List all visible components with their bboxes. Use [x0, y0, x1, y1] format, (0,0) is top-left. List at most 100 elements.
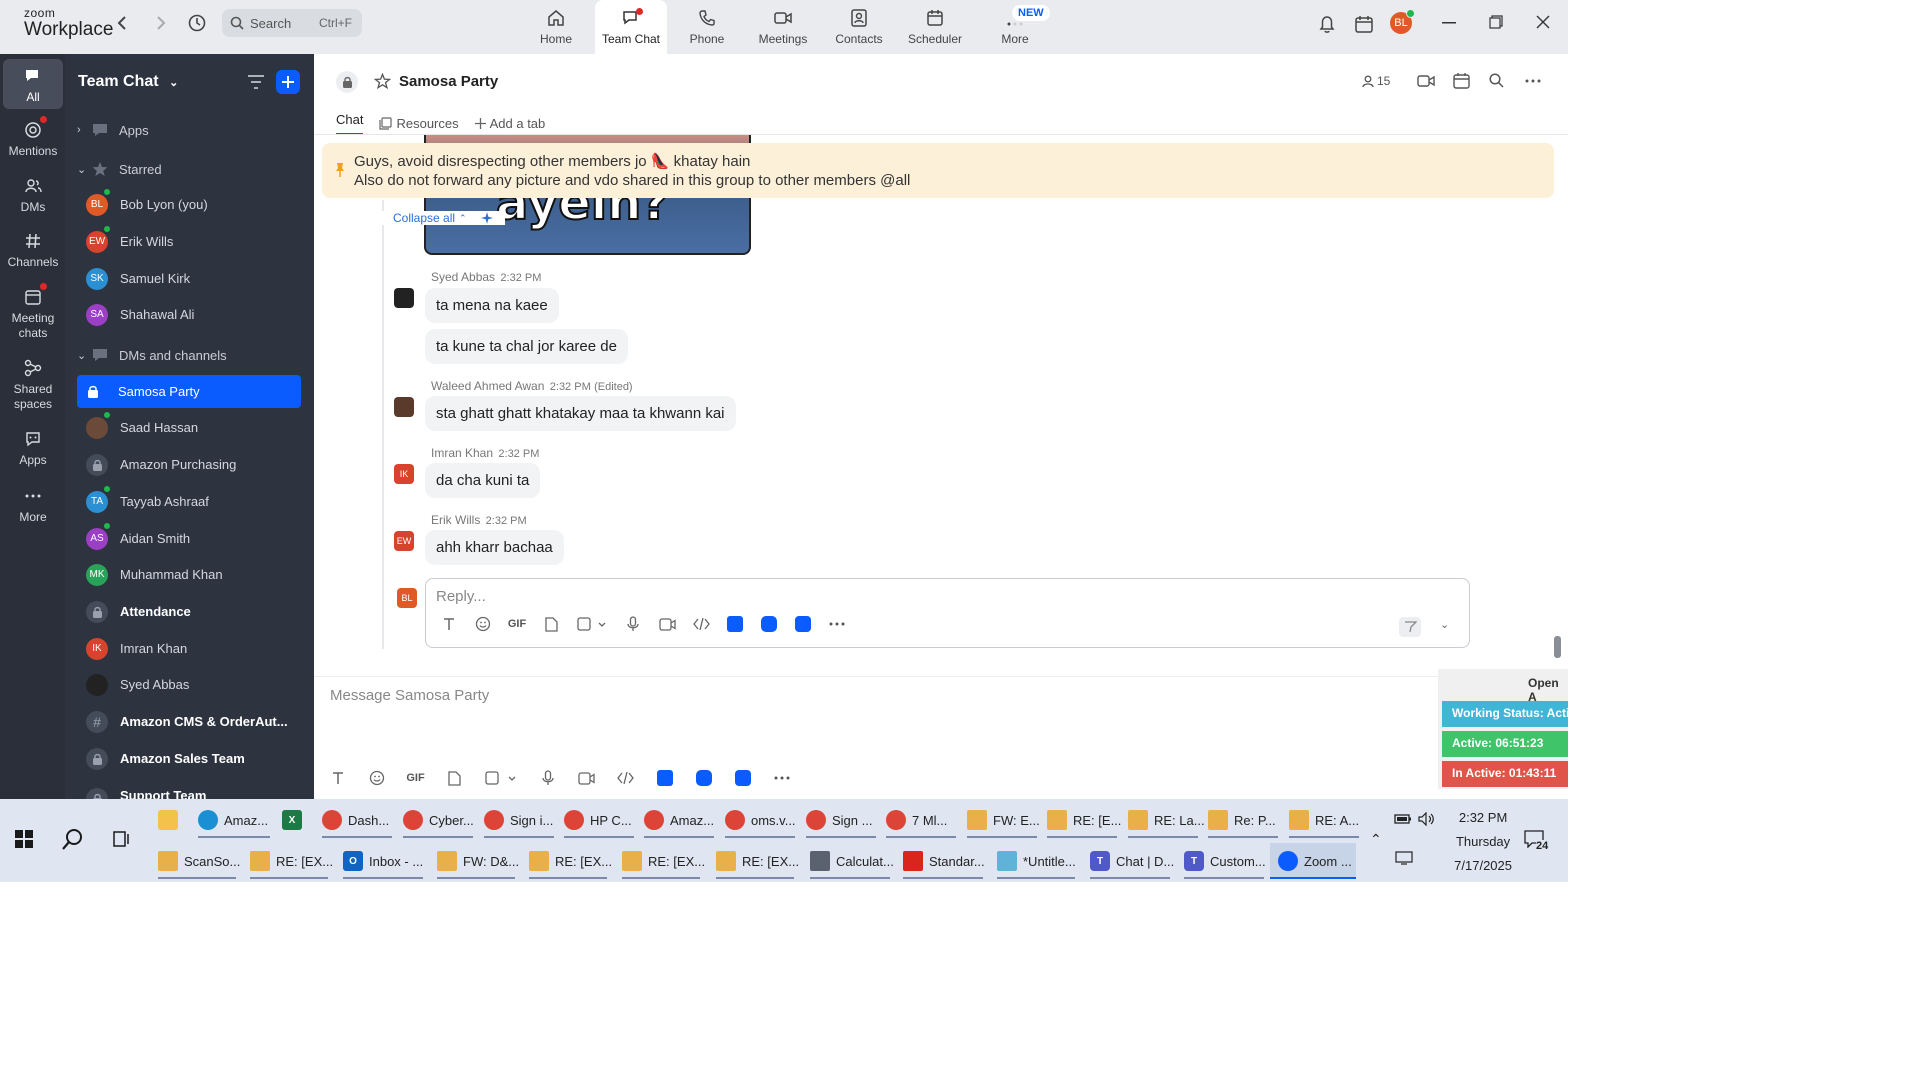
taskbar-mail-4[interactable]: Re: P... — [1208, 802, 1278, 838]
open-button[interactable]: Open A — [1528, 676, 1568, 704]
volume-icon[interactable] — [1418, 812, 1436, 826]
message-bubble[interactable]: ta mena na kaee — [425, 288, 559, 323]
restore-icon[interactable] — [1489, 15, 1503, 29]
message-bubble[interactable]: ta kune ta chal jor karee de — [425, 329, 628, 364]
app-icon-1[interactable] — [645, 770, 684, 786]
sidebar-item-imran-khan[interactable]: IK Imran Khan — [77, 632, 301, 665]
taskbar-file-explorer[interactable] — [158, 802, 184, 838]
message-bubble[interactable]: sta ghatt ghatt khatakay maa ta khwann k… — [425, 396, 736, 431]
calendar-icon[interactable] — [1453, 72, 1470, 89]
avatar[interactable] — [394, 397, 414, 417]
forward-arrow-icon[interactable] — [153, 15, 167, 31]
message-bubble[interactable]: ahh kharr bachaa — [425, 530, 564, 565]
avatar[interactable]: EW — [394, 531, 414, 551]
taskbar-chrome-1[interactable]: Dash... — [322, 802, 392, 838]
taskbar-notepad[interactable]: *Untitle... — [997, 843, 1076, 879]
taskbar-mail-10[interactable]: RE: [EX... — [622, 843, 705, 879]
code-icon[interactable] — [606, 772, 645, 784]
screenshot-icon[interactable] — [474, 770, 528, 786]
tab-resources[interactable]: Resources — [379, 112, 459, 135]
rail-shared-spaces[interactable]: Shared spaces — [3, 359, 63, 412]
close-icon[interactable] — [1536, 15, 1550, 29]
taskbar-chrome-5[interactable]: Amaz... — [644, 802, 714, 838]
tab-scheduler[interactable]: Scheduler — [899, 0, 971, 54]
app-icon-2[interactable] — [684, 770, 723, 786]
sender-name[interactable]: Waleed Ahmed Awan — [431, 379, 544, 393]
send-options-chevron-icon[interactable]: ⌄ — [1440, 618, 1449, 631]
scrollbar-thumb[interactable] — [1554, 636, 1561, 658]
taskbar-zoom[interactable]: Zoom ... — [1270, 843, 1356, 879]
battery-icon[interactable] — [1394, 813, 1412, 825]
code-icon[interactable] — [684, 618, 718, 630]
taskbar-teams-2[interactable]: T Custom... — [1184, 843, 1266, 879]
sidebar-item-amazon-sales-team[interactable]: Amazon Sales Team — [77, 742, 301, 775]
tab-meetings[interactable]: Meetings — [747, 0, 819, 54]
app-icon-3[interactable] — [786, 616, 820, 632]
taskbar-excel[interactable]: X — [282, 802, 308, 838]
pinned-message[interactable]: Guys, avoid disrespecting other members … — [322, 143, 1554, 198]
taskbar-chrome-8[interactable]: 7 Ml... — [886, 802, 956, 838]
taskbar-chrome-3[interactable]: Sign i... — [484, 802, 554, 838]
taskbar-pdf[interactable]: Standar... — [903, 843, 985, 879]
tab-phone[interactable]: Phone — [671, 0, 743, 54]
show-hidden-icons-chevron-icon[interactable]: ⌃ — [1370, 831, 1382, 848]
reply-input[interactable]: Reply... — [436, 588, 486, 605]
tab-contacts[interactable]: Contacts — [823, 0, 895, 54]
taskbar-search-icon[interactable] — [62, 828, 84, 850]
history-icon[interactable] — [187, 13, 207, 33]
more-options-icon[interactable] — [1525, 79, 1541, 83]
taskbar-mail-11[interactable]: RE: [EX... — [716, 843, 799, 879]
avatar[interactable] — [394, 288, 414, 308]
screenshot-icon[interactable] — [568, 616, 616, 632]
star-icon[interactable] — [374, 73, 391, 90]
sidebar-item-muhammad-khan[interactable]: MK Muhammad Khan — [77, 558, 301, 591]
system-clock[interactable]: 2:32 PM Thursday 7/17/2025 — [1454, 806, 1512, 878]
task-view-icon[interactable] — [113, 831, 131, 847]
notification-center-icon[interactable]: 24 — [1524, 830, 1549, 852]
avatar[interactable]: IK — [394, 464, 414, 484]
notifications-bell-icon[interactable] — [1318, 14, 1336, 34]
taskbar-mail-8[interactable]: FW: D&... — [437, 843, 519, 879]
tab-home[interactable]: Home — [520, 0, 592, 54]
taskbar-calculator[interactable]: Calculat... — [810, 843, 894, 879]
app-icon-1[interactable] — [718, 616, 752, 632]
sidebar-item-samuel-kirk[interactable]: SK Samuel Kirk — [77, 262, 301, 295]
video-message-icon[interactable] — [567, 771, 606, 785]
taskbar-outlook[interactable]: O Inbox - ... — [343, 843, 423, 879]
add-tab-button[interactable]: Add a tab — [474, 112, 545, 135]
more-tools-icon[interactable] — [820, 622, 854, 626]
taskbar-mail-6[interactable]: ScanSo... — [158, 843, 240, 879]
message-input[interactable]: Message Samosa Party — [330, 687, 489, 704]
user-avatar[interactable]: BL — [1390, 9, 1415, 34]
sidebar-item-shahawal-ali[interactable]: SA Shahawal Ali — [77, 298, 301, 331]
search-box[interactable]: Search Ctrl+F — [222, 9, 362, 37]
rail-more[interactable]: More — [3, 487, 63, 525]
gif-button[interactable]: GIF — [396, 772, 435, 784]
windows-start-icon[interactable] — [15, 830, 33, 848]
calendar-app-icon[interactable] — [1354, 14, 1374, 34]
taskbar-chrome-7[interactable]: Sign ... — [806, 802, 876, 838]
taskbar-mail-9[interactable]: RE: [EX... — [529, 843, 612, 879]
taskbar-mail-3[interactable]: RE: La... — [1128, 802, 1205, 838]
team-chat-title[interactable]: Team Chat ⌄ — [78, 73, 178, 91]
apps-section[interactable]: › Apps — [77, 122, 149, 138]
message-bubble[interactable]: da cha kuni ta — [425, 463, 541, 498]
sidebar-item-attendance[interactable]: Attendance — [77, 595, 301, 628]
tab-chat[interactable]: Chat — [336, 112, 364, 135]
rail-channels[interactable]: Channels — [3, 232, 63, 270]
sidebar-item-syed-abbas[interactable]: Syed Abbas — [77, 668, 301, 701]
taskbar-chrome-4[interactable]: HP C... — [564, 802, 634, 838]
app-icon-3[interactable] — [723, 770, 762, 786]
rail-all[interactable]: All — [3, 59, 63, 109]
emoji-icon[interactable] — [466, 616, 500, 632]
taskbar-edge[interactable]: Amaz... — [198, 802, 270, 838]
microphone-icon[interactable] — [616, 616, 650, 632]
back-arrow-icon[interactable] — [116, 15, 130, 31]
collapse-all-button[interactable]: Collapse all ⌃ — [382, 211, 505, 225]
taskbar-mail-2[interactable]: RE: [E... — [1047, 802, 1121, 838]
rail-dms[interactable]: DMs — [3, 177, 63, 215]
filter-icon[interactable] — [248, 75, 264, 89]
taskbar-teams-1[interactable]: T Chat | D... — [1090, 843, 1174, 879]
taskbar-chrome-6[interactable]: oms.v... — [725, 802, 796, 838]
network-icon[interactable] — [1395, 851, 1413, 865]
